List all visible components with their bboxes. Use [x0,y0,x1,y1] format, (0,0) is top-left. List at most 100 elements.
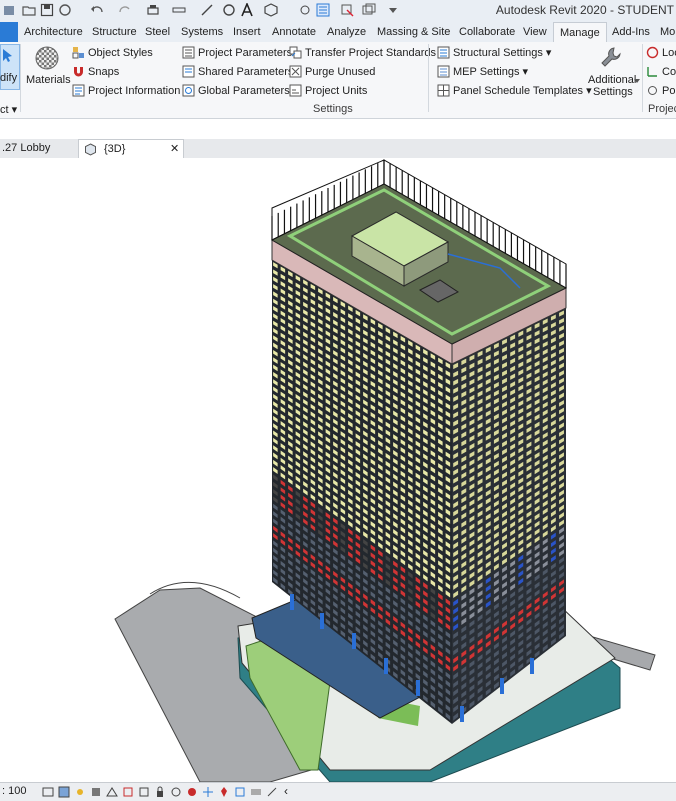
redo-icon[interactable] [118,3,132,17]
mep-settings-button[interactable]: MEP Settings ▾ [437,64,528,80]
chevron-down-icon [634,79,640,83]
render-icon[interactable] [106,786,118,798]
close-hidden-icon[interactable] [340,3,354,17]
tab-steel[interactable]: Steel [145,22,170,42]
base-column [500,678,504,694]
drawing-canvas[interactable] [0,158,676,783]
project-location-panel-label: Projec [648,103,676,115]
tab-file[interactable] [0,22,18,42]
coordinates-button[interactable]: Co [646,64,676,80]
view-tab-lobby[interactable]: .27 Lobby [0,139,78,158]
wrench-icon [601,47,621,67]
tab-add-ins[interactable]: Add-Ins [612,22,650,42]
tab-more[interactable]: Mo [660,22,675,42]
structural-settings-icon [437,46,450,59]
project-parameters-button[interactable]: Project Parameters [182,45,292,61]
lock-view-icon[interactable] [154,786,166,798]
section-icon[interactable] [298,3,312,17]
transfer-project-standards-button[interactable]: Transfer Project Standards [289,45,436,61]
view-control-bar: : 100 ‹ [0,782,676,801]
settings-panel-label: Settings [313,103,353,115]
open-folder-icon[interactable] [22,3,36,17]
tab-architecture[interactable]: Architecture [24,22,83,42]
position-button[interactable]: Po [646,83,675,99]
show-crop-icon[interactable] [138,786,150,798]
project-units-button[interactable]: Project Units [289,83,367,99]
tab-insert[interactable]: Insert [233,22,261,42]
transfer-standards-icon [289,46,302,59]
project-information-button[interactable]: Project Information [72,83,180,99]
location-button[interactable]: Loc [646,45,676,61]
shadows-icon[interactable] [90,786,102,798]
structural-settings-button[interactable]: Structural Settings ▾ [437,45,551,61]
base-column [352,633,356,649]
save-icon[interactable] [40,3,54,17]
tab-view[interactable]: View [523,22,547,42]
home-icon[interactable] [2,3,16,17]
global-parameters-button[interactable]: Global Parameters [182,83,290,99]
switch-windows-icon[interactable] [362,3,376,17]
worksharing-icon[interactable] [202,786,214,798]
tab-collaborate[interactable]: Collaborate [459,22,515,42]
project-information-label: Project Information [88,85,181,97]
tab-structure[interactable]: Structure [92,22,137,42]
location-label: Loc [662,47,676,59]
additional-settings-label-2: Settings [593,86,633,98]
reveal-hidden-icon[interactable] [186,786,198,798]
view-tab-3d[interactable]: {3D} ✕ [78,139,184,159]
ribbon-tabs: Architecture Structure Steel Systems Ins… [0,22,676,43]
close-view-icon[interactable]: ✕ [170,140,179,159]
quick-access-toolbar: Autodesk Revit 2020 - STUDENT [0,0,676,23]
project-units-icon [289,84,302,97]
pin-icon[interactable] [218,786,230,798]
text-icon[interactable] [240,3,254,17]
constraints-icon[interactable] [266,786,278,798]
object-styles-icon [72,47,84,59]
shared-parameters-button[interactable]: Shared Parameters [182,64,293,80]
3d-view-icon[interactable] [264,3,278,17]
window-title: Autodesk Revit 2020 - STUDENT [495,3,674,17]
coordinates-icon [647,67,657,77]
additional-settings-button[interactable]: Additional Settings [584,42,640,100]
measure-icon[interactable] [172,3,186,17]
collapse-chevron[interactable]: ‹ [284,784,288,798]
3d-building-model[interactable] [0,158,676,783]
tab-systems[interactable]: Systems [181,22,223,42]
print-icon[interactable] [146,3,160,17]
base-column [320,613,324,629]
sync-icon[interactable] [58,3,72,17]
visual-style-icon[interactable] [58,786,70,798]
base-column [530,658,534,674]
location-pin-icon [646,46,659,59]
object-styles-button[interactable]: Object Styles [72,45,153,61]
thin-lines-icon[interactable] [316,3,330,17]
tag-icon[interactable] [222,3,236,17]
sun-path-icon[interactable] [74,786,86,798]
transfer-project-standards-label: Transfer Project Standards [305,47,437,59]
tab-annotate[interactable]: Annotate [272,22,316,42]
undo-icon[interactable] [90,3,104,17]
ribbon-manage: dify ct ▾ Materials Object Styles Snaps … [0,42,676,119]
detail-level-icon[interactable] [42,786,54,798]
tab-manage[interactable]: Manage [553,22,607,43]
global-parameters-label: Global Parameters [198,85,290,97]
structural-settings-label: Structural Settings ▾ [453,47,552,59]
tab-analyze[interactable]: Analyze [327,22,366,42]
temp-hide-icon[interactable] [170,786,182,798]
global-parameters-icon [182,84,195,97]
project-parameters-icon [182,46,195,59]
base-column [384,658,388,674]
customize-dropdown-icon[interactable] [386,3,400,17]
crop-view-icon[interactable] [122,786,134,798]
panel-schedule-templates-button[interactable]: Panel Schedule Templates ▾ [437,83,592,99]
analytical-model-icon[interactable] [234,786,246,798]
dimension-icon[interactable] [200,3,214,17]
purge-unused-button[interactable]: Purge Unused [289,64,375,80]
materials-label: Materials [26,74,71,86]
highlight-displacement-icon[interactable] [250,786,262,798]
materials-button[interactable]: Materials [26,42,71,92]
view-scale[interactable]: : 100 [2,785,26,797]
select-panel-label[interactable]: ct ▾ [0,102,17,118]
snaps-button[interactable]: Snaps [72,64,119,80]
tab-massing-site[interactable]: Massing & Site [377,22,450,42]
